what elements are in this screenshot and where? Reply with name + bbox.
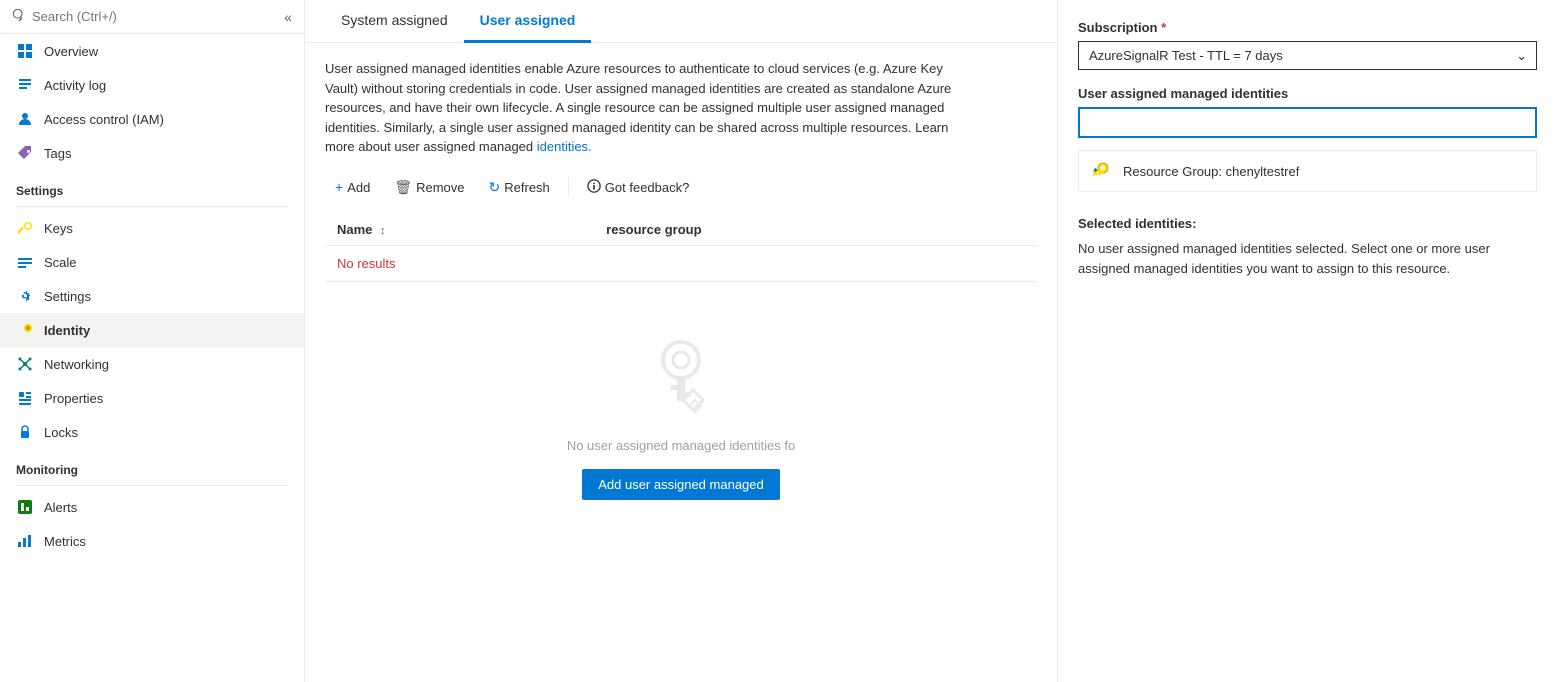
locks-icon <box>16 423 34 441</box>
toolbar: + Add 🗑 Remove ↻ Refresh Got feedback? <box>325 173 1037 202</box>
identities-search-input[interactable] <box>1078 107 1537 138</box>
sidebar-item-scale[interactable]: Scale <box>0 245 304 279</box>
refresh-label: Refresh <box>504 180 550 195</box>
monitoring-section-header: Monitoring <box>0 449 304 481</box>
feedback-icon <box>587 179 601 196</box>
tab-system-assigned[interactable]: System assigned <box>325 0 464 43</box>
identity-item-label: Resource Group: chenyltestref <box>1123 164 1299 179</box>
search-icon <box>12 8 26 25</box>
feedback-label: Got feedback? <box>605 180 690 195</box>
monitoring-divider <box>16 485 288 486</box>
sidebar-item-alerts[interactable]: Alerts <box>0 490 304 524</box>
identity-item[interactable]: Resource Group: chenyltestref <box>1079 151 1536 191</box>
sidebar-item-label: Scale <box>44 255 77 270</box>
networking-icon <box>16 355 34 373</box>
activity-log-icon <box>16 76 34 94</box>
identity-icon <box>16 321 34 339</box>
subscription-label: Subscription * <box>1078 20 1537 35</box>
sidebar-item-activity-log[interactable]: Activity log <box>0 68 304 102</box>
refresh-button[interactable]: ↻ Refresh <box>479 173 560 202</box>
add-label: Add <box>347 180 370 195</box>
content-area: User assigned managed identities enable … <box>305 43 1057 682</box>
right-panel: Subscription * AzureSignalR Test - TTL =… <box>1057 0 1557 682</box>
sidebar-item-label: Access control (IAM) <box>44 112 164 127</box>
sidebar-item-identity[interactable]: Identity <box>0 313 304 347</box>
required-asterisk: * <box>1161 20 1166 35</box>
sidebar-item-tags[interactable]: Tags <box>0 136 304 170</box>
no-results-row: No results <box>325 245 1037 281</box>
search-input[interactable] <box>32 9 278 24</box>
add-button[interactable]: + Add <box>325 173 380 201</box>
keys-icon <box>16 219 34 237</box>
empty-state-icon <box>631 322 731 422</box>
sidebar-item-overview[interactable]: Overview <box>0 34 304 68</box>
alerts-icon <box>16 498 34 516</box>
empty-state: No user assigned managed identities fo A… <box>325 282 1037 540</box>
subscription-select[interactable]: AzureSignalR Test - TTL = 7 days <box>1078 41 1537 70</box>
collapse-button[interactable]: « <box>284 9 292 25</box>
sidebar-item-label: Settings <box>44 289 91 304</box>
sidebar-item-access-control[interactable]: Access control (IAM) <box>0 102 304 136</box>
refresh-icon: ↻ <box>489 179 501 196</box>
sidebar-item-label: Networking <box>44 357 109 372</box>
identities-search-label: User assigned managed identities <box>1078 86 1537 101</box>
identity-key-icon <box>1089 159 1113 183</box>
sidebar-item-label: Locks <box>44 425 78 440</box>
settings-section-header: Settings <box>0 170 304 202</box>
sidebar-item-metrics[interactable]: Metrics <box>0 524 304 558</box>
empty-state-text: No user assigned managed identities fo <box>567 438 795 453</box>
sidebar-item-properties[interactable]: Properties <box>0 381 304 415</box>
sidebar-item-networking[interactable]: Networking <box>0 347 304 381</box>
add-icon: + <box>335 179 343 195</box>
toolbar-divider <box>568 177 569 197</box>
search-box: « <box>0 0 304 34</box>
sidebar-item-locks[interactable]: Locks <box>0 415 304 449</box>
add-user-assigned-button[interactable]: Add user assigned managed <box>582 469 780 500</box>
tag-icon <box>16 144 34 162</box>
no-results-text: No results <box>325 245 1037 281</box>
sidebar-item-label: Properties <box>44 391 103 406</box>
sidebar-item-label: Activity log <box>44 78 106 93</box>
trash-icon: 🗑 <box>394 179 412 196</box>
sidebar-item-label: Keys <box>44 221 73 236</box>
data-table: Name ↕ resource group No results <box>325 214 1037 282</box>
metrics-icon <box>16 532 34 550</box>
selected-section-title: Selected identities: <box>1078 216 1537 231</box>
subscription-dropdown-wrapper: AzureSignalR Test - TTL = 7 days ⌄ <box>1078 41 1537 70</box>
identities-link[interactable]: identities. <box>537 139 592 154</box>
sidebar-item-label: Metrics <box>44 534 86 549</box>
gear-icon <box>16 287 34 305</box>
remove-button[interactable]: 🗑 Remove <box>384 173 474 202</box>
person-icon <box>16 110 34 128</box>
sidebar-item-label: Overview <box>44 44 98 59</box>
scale-icon <box>16 253 34 271</box>
sidebar-item-settings[interactable]: Settings <box>0 279 304 313</box>
col-name[interactable]: Name ↕ <box>325 214 594 246</box>
sidebar-item-label: Alerts <box>44 500 77 515</box>
sidebar-nav: Overview Activity log Access control (IA… <box>0 34 304 682</box>
main-content: System assigned User assigned User assig… <box>305 0 1057 682</box>
properties-icon <box>16 389 34 407</box>
sidebar-item-keys[interactable]: Keys <box>0 211 304 245</box>
settings-divider <box>16 206 288 207</box>
overview-icon <box>16 42 34 60</box>
identity-list: Resource Group: chenyltestref <box>1078 150 1537 192</box>
description-text: User assigned managed identities enable … <box>325 59 975 157</box>
sidebar-item-label: Identity <box>44 323 90 338</box>
sidebar: « Overview Activity log Access control (… <box>0 0 305 682</box>
selected-empty-text: No user assigned managed identities sele… <box>1078 239 1537 278</box>
tabs: System assigned User assigned <box>305 0 1057 43</box>
sort-icon: ↕ <box>380 225 386 237</box>
sidebar-item-label: Tags <box>44 146 71 161</box>
col-resource-group[interactable]: resource group <box>594 214 1037 246</box>
feedback-button[interactable]: Got feedback? <box>577 173 700 202</box>
remove-label: Remove <box>416 180 464 195</box>
tab-user-assigned[interactable]: User assigned <box>464 0 592 43</box>
